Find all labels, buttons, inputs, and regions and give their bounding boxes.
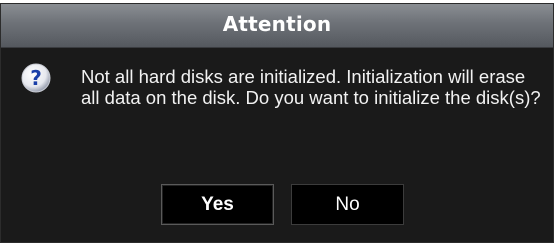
- dialog-title: Attention: [222, 12, 332, 36]
- attention-dialog: Attention ? Not all hard disks are initi…: [0, 3, 554, 243]
- question-icon: ?: [21, 63, 51, 93]
- yes-button[interactable]: Yes: [161, 184, 274, 225]
- dialog-message: Not all hard disks are initialized. Init…: [81, 66, 541, 108]
- svg-text:?: ?: [30, 66, 42, 90]
- dialog-titlebar: Attention: [1, 4, 553, 48]
- no-button[interactable]: No: [291, 184, 404, 225]
